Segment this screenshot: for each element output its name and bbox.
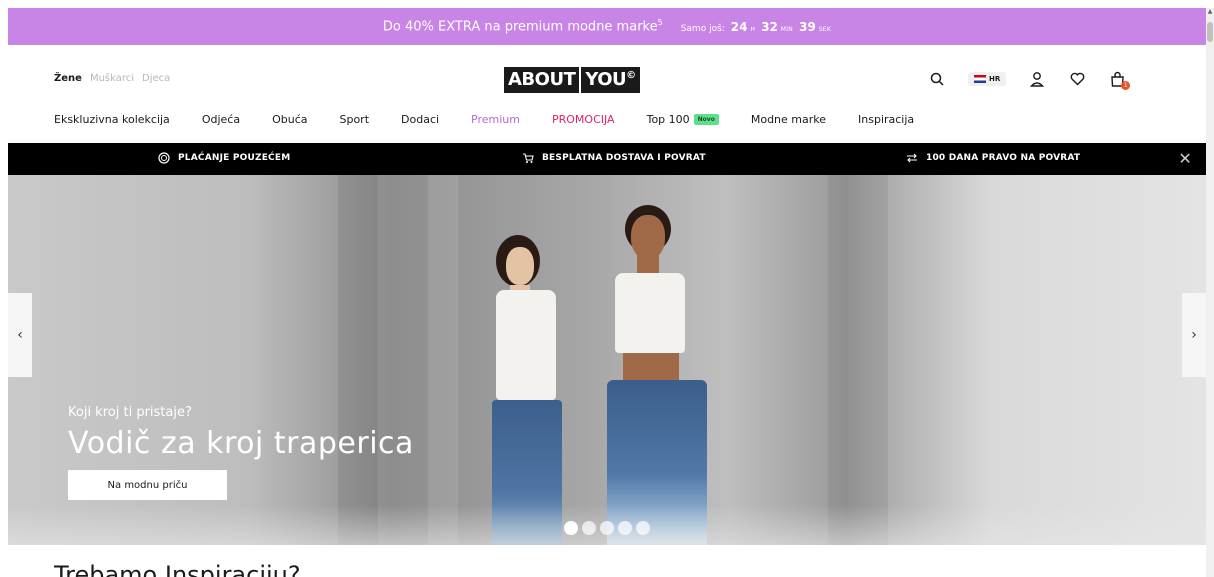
gender-kids[interactable]: Djeca <box>142 73 170 84</box>
nav-promocija[interactable]: PROMOCIJA <box>552 113 615 126</box>
about-you-logo[interactable]: ABOUT YOU© <box>504 67 640 93</box>
swap-arrows-icon <box>907 153 917 163</box>
usp-delivery-label: BESPLATNA DOSTAVA I POVRAT <box>542 153 706 163</box>
bag-icon[interactable]: 1 <box>1108 70 1131 90</box>
hero-model-left <box>478 235 588 545</box>
nav-sport[interactable]: Sport <box>339 113 369 126</box>
gender-women[interactable]: Žene <box>54 73 82 84</box>
section-title: Trebamo Inspiraciju? <box>54 561 301 577</box>
nav-ekskluzivna-kolekcija[interactable]: Ekskluzivna kolekcija <box>54 113 170 126</box>
countdown-minutes: 32 <box>761 19 778 34</box>
model-crop-top <box>615 273 685 353</box>
promo-text: Do 40% EXTRA na premium modne marke5 <box>382 18 663 35</box>
cart-count-badge: 1 <box>1121 81 1131 90</box>
user-icon[interactable] <box>1028 70 1046 88</box>
carousel-dot[interactable] <box>582 521 596 535</box>
search-icon[interactable] <box>928 70 946 88</box>
countdown-hours-unit: H <box>750 25 756 33</box>
backdrop-fold <box>338 175 378 545</box>
model-tank-top <box>496 290 556 400</box>
nav-obuca[interactable]: Obuća <box>272 113 307 126</box>
scroll-thumb[interactable] <box>1207 22 1213 42</box>
carousel-dot[interactable] <box>564 521 578 535</box>
page-scrollbar[interactable]: ▲ <box>1206 8 1214 577</box>
novo-badge: Novo <box>693 113 719 125</box>
usp-cash-label: PLAĆANJE POUZEĆEM <box>178 153 291 163</box>
countdown-seconds-unit: SEK <box>818 25 832 33</box>
backdrop-fold <box>428 175 458 545</box>
nav-top-100[interactable]: Top 100 Novo <box>647 113 719 126</box>
promo-countdown: Samo još: 24 H 32 MIN 39 SEK <box>681 20 831 34</box>
gender-men[interactable]: Muškarci <box>90 73 134 84</box>
nav-inspiracija[interactable]: Inspiracija <box>858 113 914 126</box>
header: Žene Muškarci Djeca ABOUT YOU© HR 1 <box>8 45 1206 105</box>
usp-free-delivery: BESPLATNA DOSTAVA I POVRAT <box>522 152 706 164</box>
logo-you: YOU© <box>581 67 640 93</box>
countdown-minutes-unit: MIN <box>780 25 794 33</box>
usp-return: 100 DANA PRAVO NA POVRAT <box>906 152 1080 164</box>
promo-bar[interactable]: Do 40% EXTRA na premium modne marke5 Sam… <box>8 8 1206 45</box>
hero-model-right <box>593 205 723 545</box>
carousel-dots <box>564 521 650 535</box>
page: Do 40% EXTRA na premium modne marke5 Sam… <box>8 8 1206 577</box>
croatia-flag-icon <box>974 75 986 83</box>
gender-switch: Žene Muškarci Djeca <box>54 73 170 84</box>
heart-icon[interactable] <box>1068 70 1086 88</box>
close-icon[interactable]: ✕ <box>1178 149 1192 168</box>
nav-dodaci[interactable]: Dodaci <box>401 113 439 126</box>
model-face <box>506 247 534 285</box>
countdown-seconds: 39 <box>799 19 816 34</box>
usp-return-label: 100 DANA PRAVO NA POVRAT <box>926 153 1081 163</box>
carousel-dot[interactable] <box>636 521 650 535</box>
header-icons: HR 1 <box>928 67 1131 91</box>
carousel-dot[interactable] <box>618 521 632 535</box>
chevron-right-icon: › <box>1191 327 1197 343</box>
chevron-left-icon: ‹ <box>17 327 23 343</box>
language-code: HR <box>989 75 1001 83</box>
usp-bar: PLAĆANJE POUZEĆEM BESPLATNA DOSTAVA I PO… <box>8 143 1206 175</box>
carousel-dot[interactable] <box>600 521 614 535</box>
hero-subtitle: Koji kroj ti pristaje? <box>68 405 192 420</box>
promo-footnote: 5 <box>657 18 663 28</box>
countdown-label: Samo još: <box>680 23 725 34</box>
category-nav: Ekskluzivna kolekcija Odjeća Obuća Sport… <box>54 111 946 127</box>
scroll-up-arrow[interactable]: ▲ <box>1206 8 1214 18</box>
logo-mark: © <box>626 70 636 81</box>
hero-banner[interactable]: Koji kroj ti pristaje? Vodič za kroj tra… <box>8 175 1206 545</box>
model-face <box>631 215 665 259</box>
hero-text: Koji kroj ti pristaje? Vodič za kroj tra… <box>68 405 414 461</box>
countdown-hours: 24 <box>730 19 748 34</box>
nav-top-100-label: Top 100 <box>646 112 690 126</box>
logo-you-text: YOU <box>585 69 627 90</box>
model-midriff <box>623 353 679 383</box>
backdrop-fold <box>828 175 888 545</box>
carousel-next-button[interactable]: › <box>1182 293 1206 377</box>
coin-icon <box>158 152 170 164</box>
hero-title: Vodič za kroj traperica <box>68 426 414 461</box>
language-selector[interactable]: HR <box>968 72 1007 86</box>
nav-odjeca[interactable]: Odjeća <box>202 113 240 126</box>
cart-icon <box>523 153 534 163</box>
logo-about: ABOUT <box>504 67 580 93</box>
hero-cta-button[interactable]: Na modnu priču <box>68 470 227 500</box>
usp-cash-on-delivery: PLAĆANJE POUZEĆEM <box>158 152 290 164</box>
nav-premium[interactable]: Premium <box>471 113 520 126</box>
nav-modne-marke[interactable]: Modne marke <box>751 113 826 126</box>
carousel-prev-button[interactable]: ‹ <box>8 293 32 377</box>
